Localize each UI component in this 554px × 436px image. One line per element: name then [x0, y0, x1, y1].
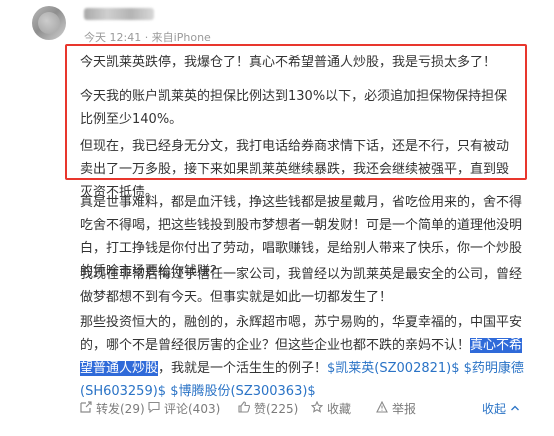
thumbs-up-icon — [238, 401, 251, 416]
post-paragraph-2: 今天我的账户凯莱英的担保比例达到130%以下，必须追加担保物保持担保比例至少14… — [80, 89, 508, 127]
post-paragraph-1: 今天凯莱英跌停，我爆仓了！真心不希望普通人炒股，我是亏损太多了！ — [80, 55, 497, 70]
paragraph-6-text-after: ，我就是一个活生生的例子！ — [158, 361, 328, 376]
post-header: 今天 12:41 · 来自iPhone — [0, 0, 554, 48]
report-label: 举报 — [392, 402, 417, 416]
post-meta: 今天 12:41 · 来自iPhone — [84, 31, 211, 44]
like-label: 赞(225) — [254, 402, 299, 416]
comment-button[interactable]: 评论(403) — [148, 400, 220, 417]
chevron-up-icon — [510, 402, 520, 416]
avatar[interactable] — [32, 6, 66, 40]
warning-icon — [376, 400, 388, 416]
post-paragraph-6: 那些投资恒大的，融创的，永辉超市嗯，苏宁易购的，华夏幸福的，中国平安的，哪个不是… — [80, 311, 532, 403]
post-action-bar: 转发(29) 评论(403) 赞(225) 收藏 举报 收起 — [80, 400, 520, 422]
star-icon — [310, 400, 324, 416]
share-label: 转发(29) — [96, 402, 145, 416]
comment-label: 评论(403) — [164, 402, 221, 416]
report-button[interactable]: 举报 — [376, 400, 416, 417]
paragraph-6-text: 那些投资恒大的，融创的，永辉超市嗯，苏宁易购的，华夏幸福的，中国平安的，哪个不是… — [80, 315, 523, 353]
favorite-label: 收藏 — [327, 402, 352, 416]
comment-icon — [148, 401, 160, 416]
share-icon — [80, 401, 92, 416]
collapse-label: 收起 — [481, 402, 506, 416]
stock-link-kailaiying[interactable]: $凯莱英(SZ002821)$ — [327, 361, 459, 376]
collapse-button[interactable]: 收起 — [482, 400, 520, 417]
favorite-button[interactable]: 收藏 — [310, 400, 352, 417]
stock-link-porton[interactable]: $博腾股份(SZ300363)$ — [170, 384, 315, 399]
like-button[interactable]: 赞(225) — [238, 400, 298, 417]
username-blurred[interactable] — [84, 8, 154, 20]
share-button[interactable]: 转发(29) — [80, 400, 145, 417]
post-paragraph-5: 我现在非常后悔过于信任一家公司，我曾经以为凯莱英是最安全的公司，曾经做梦都想不到… — [80, 267, 523, 305]
